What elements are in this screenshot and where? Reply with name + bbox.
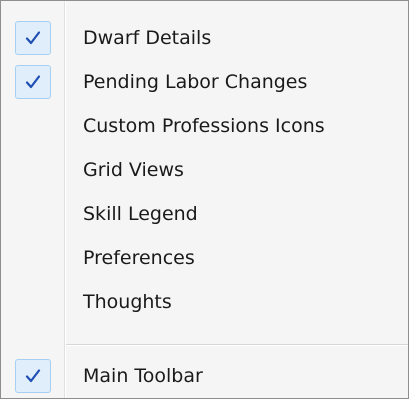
menu-item-preferences[interactable]: Preferences	[1, 236, 408, 280]
menu-item-label: Skill Legend	[83, 203, 198, 225]
menu-item-main-toolbar[interactable]: Main Toolbar	[1, 354, 408, 398]
menu-item-label: Dwarf Details	[83, 27, 212, 49]
checkmark-icon	[15, 21, 51, 55]
checkmark-icon	[15, 65, 51, 99]
menu-item-label: Custom Professions Icons	[83, 115, 325, 137]
menu-item-label: Grid Views	[83, 159, 184, 181]
menu-separator-highlight	[66, 345, 408, 346]
menu-item-grid-views[interactable]: Grid Views	[1, 148, 408, 192]
menu-item-label: Thoughts	[83, 291, 172, 313]
menu-item-label: Pending Labor Changes	[83, 71, 308, 93]
menu-item-dwarf-details[interactable]: Dwarf Details	[1, 16, 408, 60]
menu-item-thoughts[interactable]: Thoughts	[1, 280, 408, 324]
menu-item-custom-professions-icons[interactable]: Custom Professions Icons	[1, 104, 408, 148]
menu-item-skill-legend[interactable]: Skill Legend	[1, 192, 408, 236]
context-menu: Dwarf Details Pending Labor Changes Cust…	[0, 0, 409, 399]
menu-item-pending-labor-changes[interactable]: Pending Labor Changes	[1, 60, 408, 104]
menu-item-label: Preferences	[83, 247, 195, 269]
menu-item-label: Main Toolbar	[83, 365, 203, 387]
checkmark-icon	[15, 359, 51, 393]
